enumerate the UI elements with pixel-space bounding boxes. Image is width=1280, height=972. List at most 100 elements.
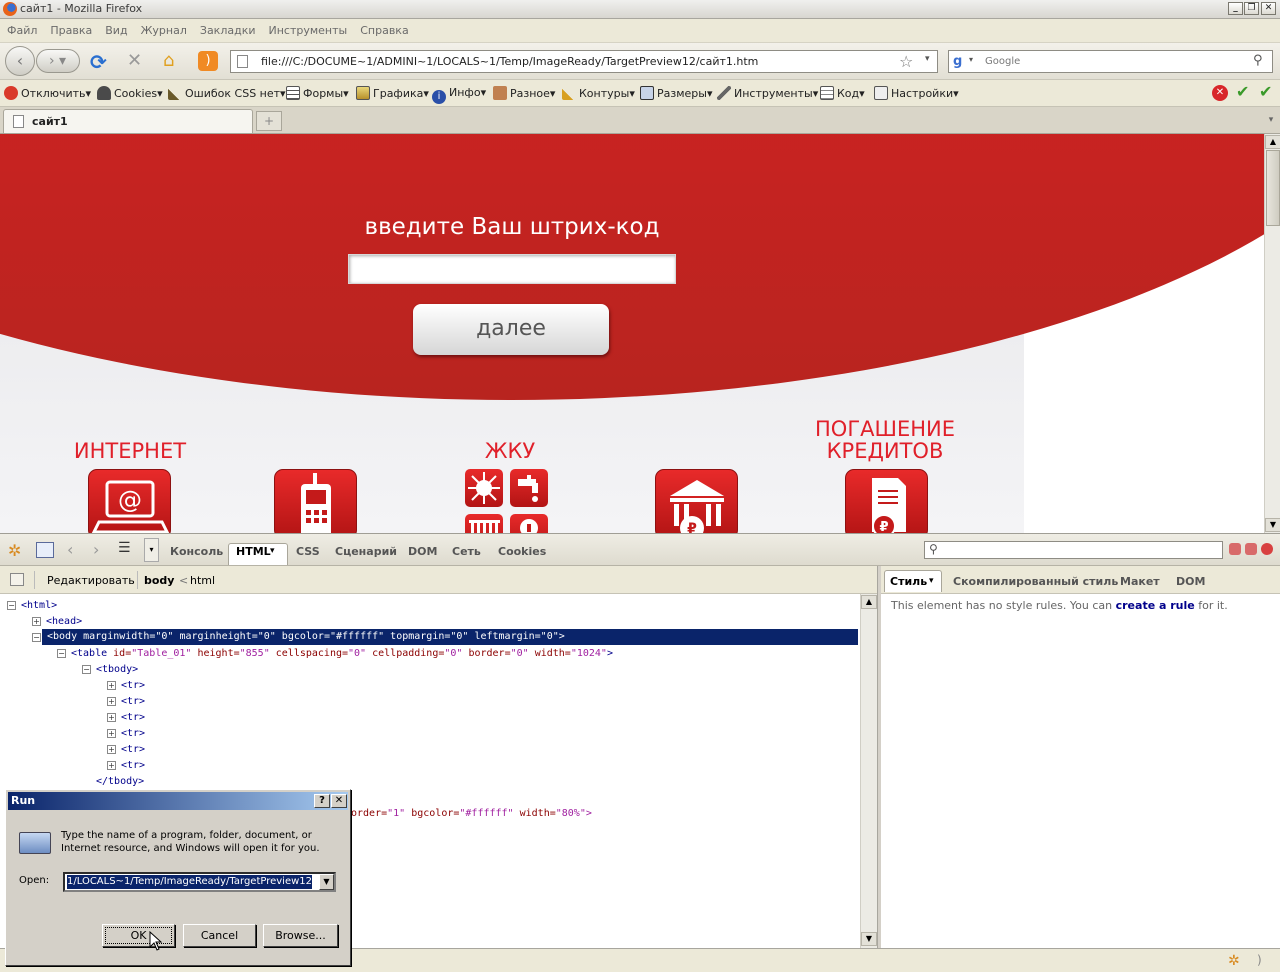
page-scrollbar[interactable]: ▲ ▼ (1264, 134, 1280, 533)
tab-style[interactable]: Стиль (890, 575, 927, 588)
laptop-at-icon[interactable]: @ (88, 469, 171, 533)
tab-layout[interactable]: Макет (1120, 575, 1160, 588)
bookmark-star-icon[interactable]: ☆ (899, 52, 913, 71)
expand-toggle[interactable]: + (107, 745, 116, 754)
dev-info-button[interactable]: i Инфо▾ (432, 86, 486, 104)
firebug-tab-console[interactable]: Консоль (170, 545, 223, 558)
collapse-toggle[interactable]: − (7, 601, 16, 610)
tree-node-table2-partial[interactable]: order="1" bgcolor="#ffffff" width="80%"> (351, 806, 592, 821)
utilities-icon[interactable] (465, 469, 548, 533)
url-bar[interactable]: file:///C:/DOCUME~1/ADMINI~1/LOCALS~1/Te… (230, 50, 938, 73)
open-input-value[interactable]: 1/LOCALS~1/Temp/ImageReady/TargetPreview… (67, 875, 313, 889)
firebug-search-input[interactable]: ⚲ (924, 541, 1223, 559)
dev-options-button[interactable]: Настройки▾ (874, 86, 959, 100)
tree-node-head[interactable]: <head> (46, 614, 82, 629)
expand-toggle[interactable]: + (107, 729, 116, 738)
tree-node-tbody-close[interactable]: </tbody> (96, 774, 144, 789)
dev-images-button[interactable]: Графика▾ (356, 86, 429, 100)
google-logo-icon[interactable]: g (953, 54, 962, 69)
js-valid-check-icon[interactable]: ✔ (1259, 82, 1272, 101)
new-tab-button[interactable]: + (256, 111, 282, 131)
scroll-down-icon[interactable]: ▼ (1265, 518, 1280, 532)
tree-node-tr[interactable]: <tr> (121, 742, 145, 757)
collapse-toggle[interactable]: − (82, 665, 91, 674)
stop-icon[interactable]: ✕ (127, 50, 142, 71)
errors-icon[interactable]: ✕ (1212, 85, 1228, 101)
menu-tools[interactable]: Инструменты (263, 19, 355, 43)
edit-button[interactable]: Редактировать (47, 574, 135, 587)
dev-cookies-button[interactable]: Cookies▾ (97, 86, 163, 100)
firebug-status-icon[interactable]: ✲ (1228, 953, 1240, 969)
firebug-icon[interactable]: ✲ (8, 541, 21, 560)
menu-bookmarks[interactable]: Закладки (194, 19, 263, 43)
firebug-tab-html[interactable]: HTML (236, 545, 271, 558)
firebug-tab-dom[interactable]: DOM (408, 545, 437, 558)
back-button[interactable]: ‹ (5, 46, 35, 76)
mobile-phone-icon[interactable] (274, 469, 357, 533)
nav-back-icon[interactable]: ‹ (67, 540, 73, 559)
tab-list-dropdown-icon[interactable]: ▾ (1264, 111, 1278, 131)
dev-source-button[interactable]: Код▾ (820, 86, 865, 100)
expand-toggle[interactable]: + (107, 761, 116, 770)
firebug-minimize-icon[interactable] (1229, 543, 1241, 555)
tree-node-tr[interactable]: <tr> (121, 758, 145, 773)
tree-node-tr[interactable]: <tr> (121, 710, 145, 725)
breadcrumb-body[interactable]: body (144, 574, 174, 587)
tree-scroll-down-icon[interactable]: ▼ (861, 932, 877, 946)
tab-computed-style[interactable]: Скомпилированный стиль (953, 575, 1118, 588)
open-dropdown-icon[interactable]: ▼ (319, 874, 334, 890)
expand-toggle[interactable]: + (107, 713, 116, 722)
dev-forms-button[interactable]: Формы▾ (286, 86, 349, 100)
search-icon[interactable]: ⚲ (1253, 53, 1263, 68)
tree-node-tr[interactable]: <tr> (121, 678, 145, 693)
menu-view[interactable]: Вид (99, 19, 134, 43)
dev-resize-button[interactable]: Размеры▾ (640, 86, 713, 100)
nav-forward-icon[interactable]: › (93, 540, 99, 559)
close-dialog-button[interactable]: ✕ (331, 794, 347, 808)
tab-side-dom[interactable]: DOM (1176, 575, 1205, 588)
reload-icon[interactable]: ⟳ (90, 50, 107, 74)
expand-toggle[interactable]: + (107, 697, 116, 706)
tree-scrollbar[interactable]: ▲ ▼ (860, 594, 877, 948)
firebug-tab-script[interactable]: Сценарий (335, 545, 397, 558)
scroll-thumb[interactable] (1266, 150, 1280, 226)
open-combobox[interactable]: 1/LOCALS~1/Temp/ImageReady/TargetPreview… (63, 872, 336, 892)
create-rule-link[interactable]: create a rule (1116, 599, 1195, 612)
barcode-input[interactable] (348, 254, 676, 284)
firebug-tab-net[interactable]: Сеть (452, 545, 481, 558)
maximize-button[interactable]: ❐ (1244, 2, 1259, 15)
browse-button[interactable]: Browse... (263, 924, 338, 947)
css-valid-check-icon[interactable]: ✔ (1236, 82, 1249, 101)
expand-all-icon[interactable] (10, 573, 24, 586)
tree-node-tr[interactable]: <tr> (121, 694, 145, 709)
dev-tools-button[interactable]: Инструменты▾ (717, 86, 818, 100)
menu-edit[interactable]: Правка (44, 19, 99, 43)
search-box[interactable]: g ▾ Google ⚲ (948, 50, 1273, 73)
loan-document-icon[interactable]: ₽ (845, 469, 928, 533)
forward-button[interactable]: › ▾ (36, 49, 80, 73)
next-button[interactable]: далее (413, 304, 609, 355)
dev-misc-button[interactable]: Разное▾ (493, 86, 555, 100)
tree-node-body[interactable]: <body marginwidth="0" marginheight="0" b… (47, 631, 565, 642)
tree-node-tr[interactable]: <tr> (121, 726, 145, 741)
firebug-detach-icon[interactable] (1245, 543, 1257, 555)
expand-toggle[interactable]: + (32, 617, 41, 626)
cancel-button[interactable]: Cancel (183, 924, 256, 947)
home-icon[interactable]: ⌂ (163, 50, 174, 71)
menu-list-icon[interactable]: ☰ (118, 540, 131, 556)
bank-ruble-icon[interactable]: ₽ (655, 469, 738, 533)
inspect-icon[interactable] (36, 542, 54, 558)
url-dropdown-icon[interactable]: ▾ (925, 54, 930, 64)
expand-toggle[interactable]: + (107, 681, 116, 690)
firebug-tab-cookies[interactable]: Cookies (498, 545, 546, 558)
firebug-tab-css[interactable]: CSS (296, 545, 320, 558)
ok-button[interactable]: OK (102, 924, 175, 947)
close-window-button[interactable]: ✕ (1261, 2, 1276, 15)
collapse-toggle[interactable]: − (57, 649, 66, 658)
tab-site1[interactable]: сайт1 (3, 109, 253, 133)
rss-feed-icon[interactable]: ) (198, 51, 218, 71)
dev-disable-button[interactable]: Отключить▾ (4, 86, 91, 100)
style-tab-dropdown-icon[interactable]: ▾ (929, 576, 934, 586)
menu-history[interactable]: Журнал (135, 19, 194, 43)
firebug-close-icon[interactable] (1261, 543, 1273, 555)
